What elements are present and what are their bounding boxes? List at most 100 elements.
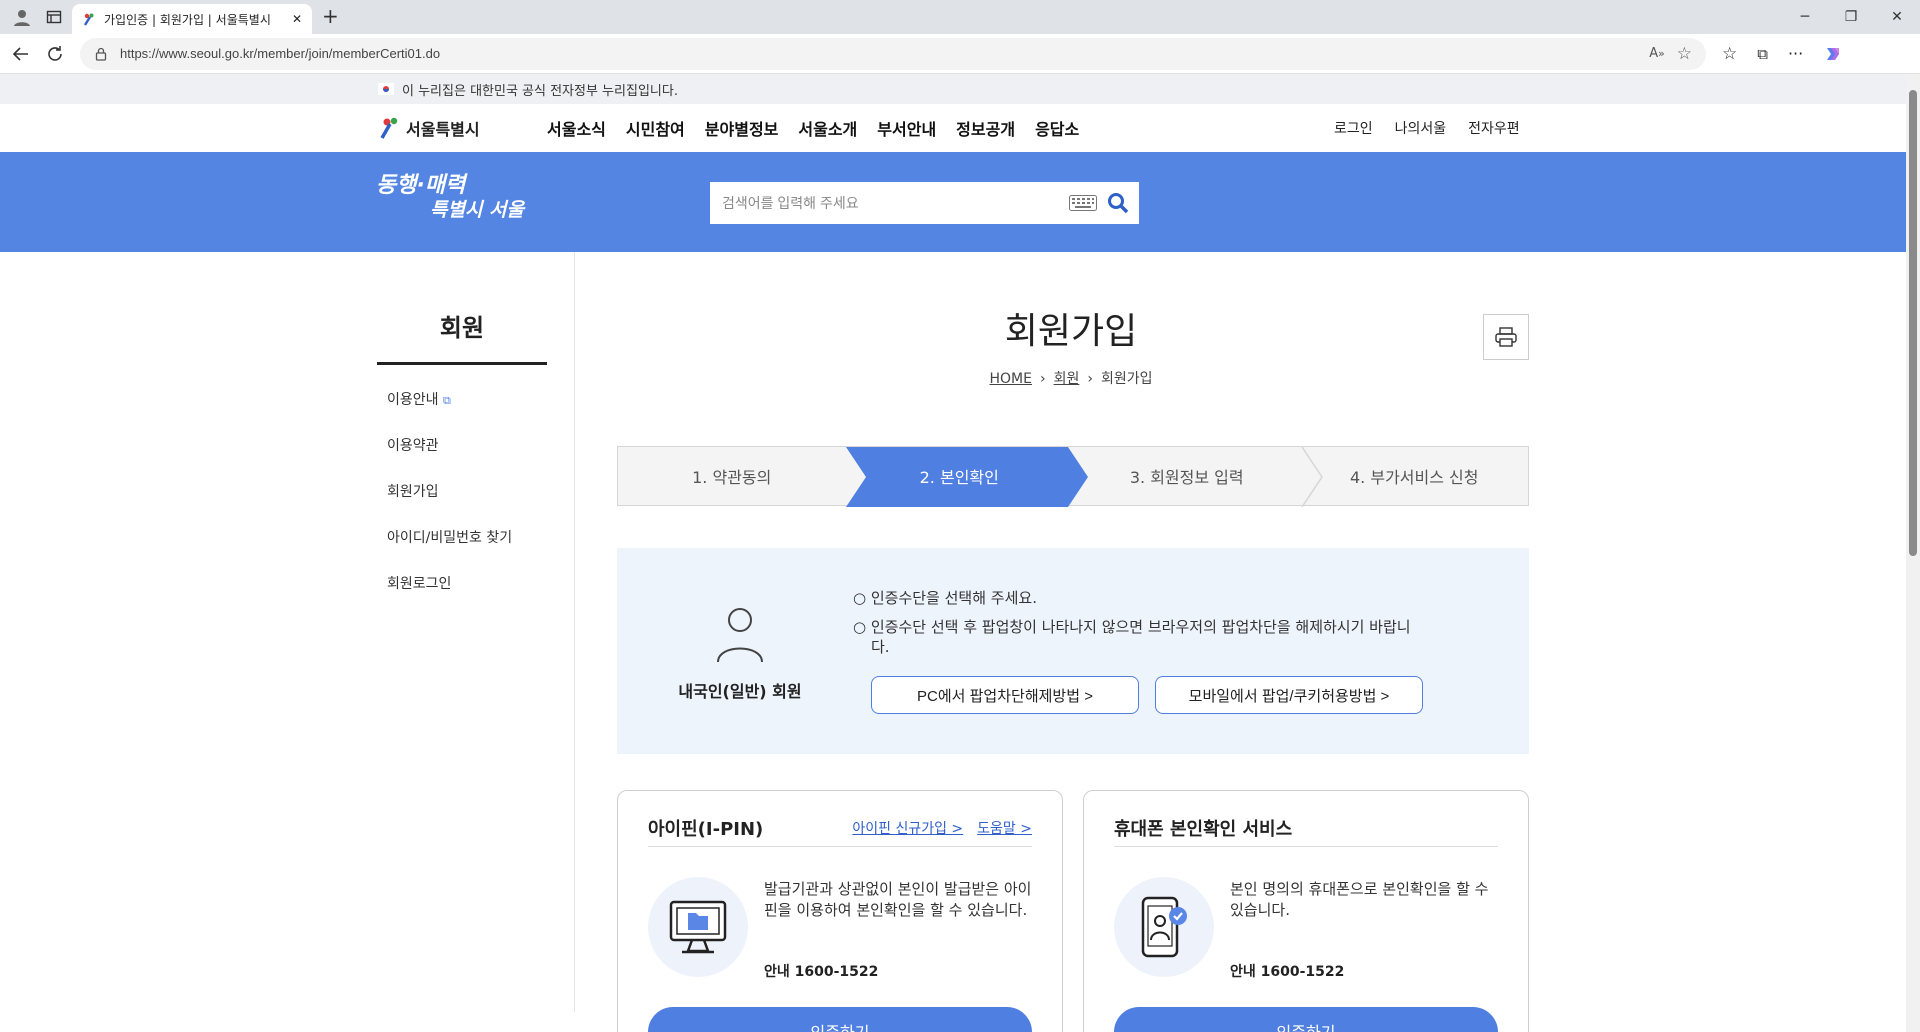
sidebar-item-find-account[interactable]: 아이디/비밀번호 찾기 xyxy=(387,527,574,573)
sidebar-item-terms[interactable]: 이용약관 xyxy=(387,435,574,481)
ipin-card: 아이핀(I-PIN) 아이핀 신규가입 > 도움말 > 발급기관과 상관없이 본… xyxy=(617,790,1063,1032)
ipin-illustration xyxy=(648,877,748,977)
signup-steps: 1. 약관동의 2. 본인확인 3. 회원정보 입력 4. 부가서비스 신청 xyxy=(617,446,1529,507)
read-aloud-icon[interactable]: A» xyxy=(1649,46,1665,61)
favorites-icon[interactable]: ☆ xyxy=(1722,44,1737,64)
seoul-favicon-icon xyxy=(82,12,96,26)
external-link-icon: ⧉ xyxy=(442,394,451,407)
url-field[interactable]: https://www.seoul.go.kr/member/join/memb… xyxy=(80,37,1706,70)
ipin-verify-button[interactable]: 인증하기 xyxy=(648,1007,1032,1032)
lock-icon[interactable] xyxy=(94,47,108,61)
member-type: 내국인(일반) 회원 xyxy=(675,606,805,702)
auth-panel: 내국인(일반) 회원 ○ 인증수단을 선택해 주세요. ○ 인증수단 선택 후 … xyxy=(617,548,1529,754)
person-icon xyxy=(717,608,763,663)
back-icon[interactable] xyxy=(12,45,30,63)
gov-notice-bar: 이 누리집은 대한민국 공식 전자정부 누리집입니다. xyxy=(0,74,1920,104)
search-input[interactable] xyxy=(722,195,1059,211)
sidebar-title: 회원 xyxy=(377,252,547,365)
minimize-button[interactable]: ─ xyxy=(1782,9,1828,25)
sidebar-item-signup[interactable]: 회원가입 xyxy=(387,481,574,527)
favorite-star-icon[interactable]: ☆ xyxy=(1677,44,1692,64)
slogan-line-1: 동행·매력 xyxy=(376,173,466,198)
keyboard-icon[interactable] xyxy=(1069,195,1097,211)
ipin-signup-link[interactable]: 아이핀 신규가입 > xyxy=(852,818,963,838)
sidebar-item-label: 이용안내 xyxy=(387,392,439,408)
step-label: 2. 본인확인 xyxy=(919,468,999,487)
utility-menu: 로그인 나의서울 전자우편 xyxy=(1334,118,1520,138)
close-window-button[interactable]: ✕ xyxy=(1874,9,1920,25)
card-title: 아이핀(I-PIN) xyxy=(648,818,764,840)
breadcrumb-home[interactable]: HOME xyxy=(990,371,1032,387)
chevron-right-icon: › xyxy=(1087,371,1093,387)
slogan-logo[interactable]: 동행·매력 특별시 서울 xyxy=(376,174,524,222)
menu-item-seoul-news[interactable]: 서울소식 xyxy=(547,116,606,140)
copilot-icon[interactable] xyxy=(1823,44,1843,64)
step-4: 4. 부가서비스 신청 xyxy=(1301,447,1529,505)
menu-item-disclosure[interactable]: 정보공개 xyxy=(956,116,1015,140)
address-bar-row: https://www.seoul.go.kr/member/join/memb… xyxy=(0,34,1920,74)
pc-popup-help-button[interactable]: PC에서 팝업차단해제방법 > xyxy=(871,676,1139,714)
card-description: 본인 명의의 휴대폰으로 본인확인을 할 수 있습니다. xyxy=(1230,880,1489,919)
step-2-active: 2. 본인확인 xyxy=(846,447,1074,505)
menu-item-departments[interactable]: 부서안내 xyxy=(877,116,936,140)
blue-banner: 동행·매력 특별시 서울 xyxy=(0,152,1920,252)
breadcrumb-member[interactable]: 회원 xyxy=(1054,371,1080,387)
profile-icon[interactable] xyxy=(12,7,32,27)
main-content: 회원 이용안내 ⧉ 이용약관 회원가입 아이디/비밀번호 찾기 회원로그인 회원… xyxy=(0,252,1920,1032)
note-text: 인증수단을 선택해 주세요. xyxy=(870,589,1037,607)
print-icon xyxy=(1495,327,1517,347)
card-phone: 안내 1600-1522 xyxy=(1230,964,1345,980)
scrollbar-thumb[interactable] xyxy=(1909,90,1917,556)
search-box xyxy=(710,182,1139,224)
step-label: 4. 부가서비스 신청 xyxy=(1350,468,1479,487)
more-menu-icon[interactable]: ··· xyxy=(1788,44,1803,63)
menu-item-citizen[interactable]: 시민참여 xyxy=(626,116,685,140)
note-item: ○ 인증수단을 선택해 주세요. xyxy=(853,589,1037,607)
mobile-popup-help-button[interactable]: 모바일에서 팝업/쿠키허용방법 > xyxy=(1155,676,1423,714)
step-label: 1. 약관동의 xyxy=(692,468,772,487)
top-navigation: 서울특별시 서울소식 시민참여 분야별정보 서울소개 부서안내 정보공개 응답소… xyxy=(0,104,1920,152)
restore-button[interactable]: ❐ xyxy=(1828,9,1874,25)
url-text: https://www.seoul.go.kr/member/join/memb… xyxy=(120,46,441,61)
sidebar-item-login[interactable]: 회원로그인 xyxy=(387,573,574,619)
extensions-icon[interactable]: ⧉ xyxy=(1757,45,1768,63)
menu-item-info-by-field[interactable]: 분야별정보 xyxy=(705,116,779,140)
page-viewport: 이 누리집은 대한민국 공식 전자정부 누리집입니다. 서울특별시 서울소식 시… xyxy=(0,74,1920,1032)
breadcrumb-current: 회원가입 xyxy=(1100,371,1153,387)
gov-notice-text: 이 누리집은 대한민국 공식 전자정부 누리집입니다. xyxy=(402,83,678,99)
ipin-help-link[interactable]: 도움말 > xyxy=(977,818,1032,838)
email-link[interactable]: 전자우편 xyxy=(1468,118,1520,138)
note-text: 인증수단 선택 후 팝업창이 나타나지 않으면 브라우저의 팝업차단을 해제하시… xyxy=(870,618,1411,656)
mobile-illustration xyxy=(1114,877,1214,977)
member-type-label: 내국인(일반) 회원 xyxy=(678,682,802,701)
slogan-line-2: 특별시 서울 xyxy=(430,199,525,221)
search-icon[interactable] xyxy=(1107,192,1129,214)
main-menu: 서울소식 시민참여 분야별정보 서울소개 부서안내 정보공개 응답소 xyxy=(547,116,1079,140)
print-button[interactable] xyxy=(1483,314,1529,360)
menu-item-response[interactable]: 응답소 xyxy=(1035,116,1079,140)
brand-name: 서울특별시 xyxy=(406,120,480,139)
monitor-icon xyxy=(669,900,727,954)
note-item: ○ 인증수단 선택 후 팝업창이 나타나지 않으면 브라우저의 팝업차단을 해제… xyxy=(853,618,1411,656)
menu-item-about-seoul[interactable]: 서울소개 xyxy=(798,116,857,140)
mobile-card: 휴대폰 본인확인 서비스 본인 명의의 휴대폰으로 본인확인을 할 수 있습니다… xyxy=(1083,790,1529,1032)
browser-tab-active[interactable]: 가입인증 | 회원가입 | 서울특별시 ✕ xyxy=(72,4,312,34)
card-title: 휴대폰 본인확인 서비스 xyxy=(1114,818,1293,840)
new-tab-button[interactable]: + xyxy=(322,4,339,28)
mobile-verify-button[interactable]: 인증하기 xyxy=(1114,1007,1498,1032)
tab-title: 가입인증 | 회원가입 | 서울특별시 xyxy=(104,12,271,27)
login-link[interactable]: 로그인 xyxy=(1334,118,1373,138)
my-seoul-link[interactable]: 나의서울 xyxy=(1395,118,1447,138)
step-label: 3. 회원정보 입력 xyxy=(1129,468,1244,487)
chevron-right-icon: › xyxy=(1039,371,1046,387)
card-description: 발급기관과 상관없이 본인이 발급받은 아이핀을 이용하여 본인확인을 할 수 … xyxy=(764,880,1032,919)
tab-actions-icon[interactable] xyxy=(46,9,62,25)
auth-notes: ○ 인증수단을 선택해 주세요. ○ 인증수단 선택 후 팝업창이 나타나지 않… xyxy=(853,588,1413,666)
phone-check-icon xyxy=(1141,896,1187,958)
sidebar-item-guide[interactable]: 이용안내 ⧉ xyxy=(387,389,574,435)
reload-icon[interactable] xyxy=(46,45,64,63)
seoul-logo[interactable]: 서울특별시 xyxy=(378,116,547,140)
page-title: 회원가입 xyxy=(1004,311,1138,352)
close-tab-icon[interactable]: ✕ xyxy=(292,12,302,26)
page-scrollbar[interactable] xyxy=(1906,74,1920,1032)
